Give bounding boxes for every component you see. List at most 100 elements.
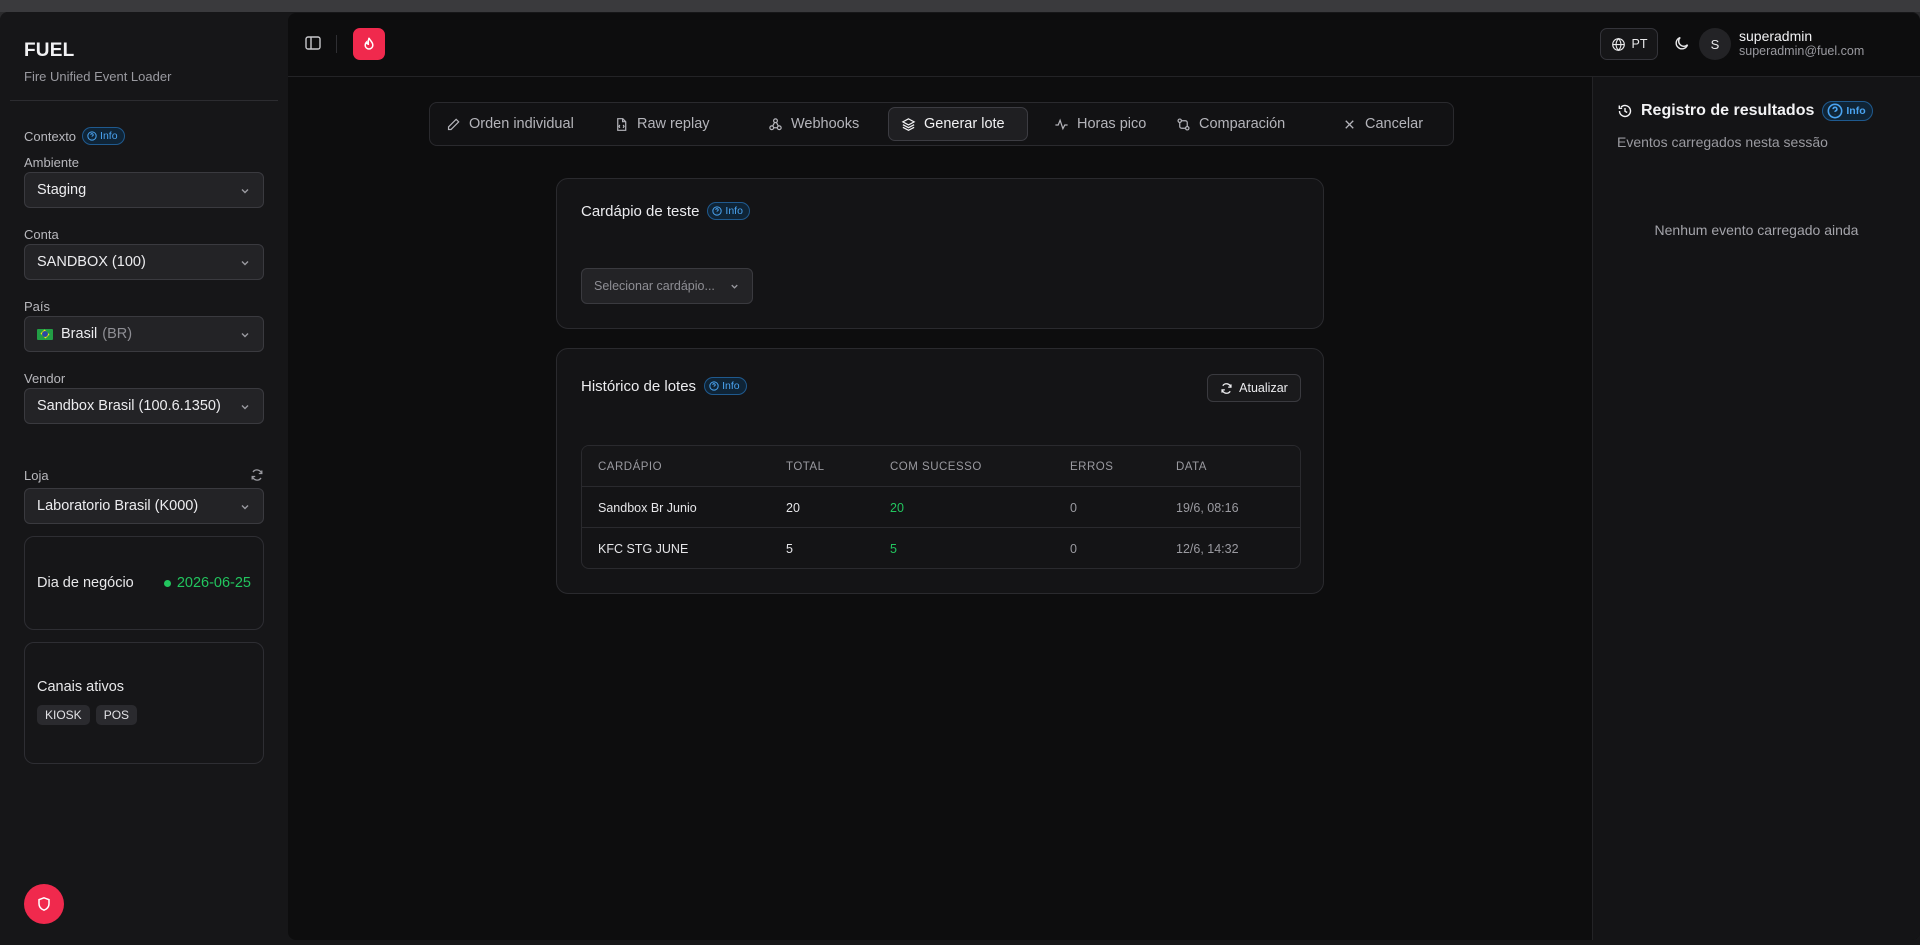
app-subtitle: Fire Unified Event Loader [24, 69, 172, 84]
refresh-label: Atualizar [1239, 381, 1288, 395]
info-label: Info [722, 380, 740, 392]
business-day-card: Dia de negócio 2026-06-25 [24, 536, 264, 630]
moon-icon[interactable] [1674, 35, 1690, 51]
history-info-badge[interactable]: Info [704, 377, 747, 395]
cell-date: 12/6, 14:32 [1176, 541, 1239, 556]
results-panel: Registro de resultados Info Eventos carr… [1592, 77, 1920, 940]
info-label: Info [100, 130, 118, 142]
info-label: Info [1846, 105, 1866, 117]
loja-select[interactable]: Laboratorio Brasil (K000) [24, 488, 264, 524]
tab-label: Orden individual [469, 116, 574, 132]
context-label: Contexto Info [24, 127, 125, 145]
window-top-strip [0, 0, 1920, 12]
sidebar-toggle-icon[interactable] [304, 34, 322, 52]
business-day-label: Dia de negócio [37, 575, 134, 591]
column-header[interactable]: TOTAL [786, 446, 825, 487]
tab-label: Cancelar [1365, 116, 1424, 132]
chevron-down-icon [731, 284, 738, 289]
avatar[interactable]: S [1699, 28, 1731, 60]
cell-menu: Sandbox Br Junio [598, 500, 697, 515]
results-empty-state: Nenhum evento carregado ainda [1654, 222, 1859, 238]
layers-icon [901, 117, 916, 131]
refresh-icon[interactable] [250, 468, 264, 482]
pais-select[interactable]: Brasil (BR) [24, 316, 264, 352]
status-dot [163, 579, 171, 587]
sidebar: FUEL Fire Unified Event Loader Contexto … [0, 12, 288, 945]
cell-date: 19/6, 08:16 [1176, 500, 1239, 515]
chevron-down-icon [241, 333, 249, 338]
tab-label: Generar lote [924, 116, 1005, 132]
tab-raw-replay[interactable]: Raw replay [602, 107, 744, 141]
user-info[interactable]: superadmin superadmin@fuel.com [1739, 29, 1864, 59]
file-icon [617, 117, 627, 131]
card-title-text: Histórico de lotes [581, 377, 697, 395]
help-circle-icon [87, 131, 97, 141]
context-info-badge[interactable]: Info [82, 127, 125, 145]
batch-history-card: Histórico de lotes Info Atualizar CARDÁP… [556, 348, 1324, 594]
table-row[interactable]: KFC STG JUNE 5 5 0 12/6, 14:32 [582, 528, 1300, 568]
cell-errors: 0 [1070, 500, 1077, 515]
main-header: PT S superadmin superadmin@fuel.com [288, 13, 1920, 77]
tab-label: Raw replay [637, 116, 710, 132]
pencil-icon [447, 117, 460, 130]
mode-tabs: Orden individual Raw replay Webhooks Gen… [429, 102, 1454, 146]
vendor-label: Vendor [24, 371, 66, 386]
shield-action-button[interactable] [24, 884, 64, 924]
app-logo-button[interactable] [353, 28, 385, 60]
tab-label: Comparación [1199, 116, 1286, 132]
header-separator [336, 35, 337, 53]
compare-icon [1177, 117, 1190, 131]
language-button[interactable]: PT [1600, 28, 1658, 60]
shield-icon [38, 896, 50, 912]
batch-history-table: CARDÁPIO TOTAL COM SUCESSO ERROS DATA Sa… [581, 445, 1301, 569]
business-day-date: 2026-06-25 [176, 575, 251, 591]
refresh-button[interactable]: Atualizar [1207, 374, 1301, 402]
conta-select[interactable]: SANDBOX (100) [24, 244, 264, 280]
tab-generar-lote[interactable]: Generar lote [888, 107, 1028, 141]
test-menu-card: Cardápio de teste Info Selecionar cardáp… [556, 178, 1324, 329]
table-row[interactable]: Sandbox Br Junio 20 20 0 19/6, 08:16 [582, 487, 1300, 528]
vendor-select[interactable]: Sandbox Brasil (100.6.1350) [24, 388, 264, 424]
context-label-text: Contexto [24, 128, 77, 144]
column-header[interactable]: COM SUCESSO [890, 446, 982, 487]
brazil-flag-icon [37, 328, 53, 340]
business-day-value: 2026-06-25 [163, 575, 251, 591]
ambiente-select[interactable]: Staging [24, 172, 264, 208]
chevron-down-icon [241, 189, 249, 194]
results-subtitle: Eventos carregados nesta sessão [1617, 134, 1828, 150]
tab-cancelar[interactable]: Cancelar [1314, 107, 1434, 141]
chevron-down-icon [241, 405, 249, 410]
refresh-icon [1221, 382, 1232, 394]
tab-orden-individual[interactable]: Orden individual [434, 107, 602, 141]
cell-success: 5 [890, 541, 897, 556]
channel-chip: POS [95, 705, 138, 725]
channel-chips: KIOSK POS [37, 705, 251, 725]
menu-select-placeholder: Selecionar cardápio... [594, 279, 715, 293]
column-header[interactable]: ERROS [1070, 446, 1113, 487]
user-name: superadmin [1739, 28, 1813, 44]
tab-label: Webhooks [791, 116, 860, 132]
tab-webhooks[interactable]: Webhooks [744, 107, 884, 141]
cell-errors: 0 [1070, 541, 1077, 556]
cell-total: 20 [786, 500, 800, 515]
active-channels-card: Canais ativos KIOSK POS [24, 642, 264, 764]
tab-comparacion[interactable]: Comparación [1164, 107, 1314, 141]
test-menu-title: Cardápio de teste Info [581, 202, 750, 220]
column-header[interactable]: DATA [1176, 446, 1207, 487]
menu-info-badge[interactable]: Info [707, 202, 750, 220]
menu-select[interactable]: Selecionar cardápio... [581, 268, 753, 304]
tab-label: Horas pico [1077, 116, 1147, 132]
flame-icon [364, 37, 374, 50]
pais-value: Brasil [61, 326, 98, 342]
activity-icon [1055, 118, 1068, 130]
app-window: FUEL Fire Unified Event Loader Contexto … [0, 12, 1920, 945]
table-header-row: CARDÁPIO TOTAL COM SUCESSO ERROS DATA [582, 446, 1300, 487]
cell-success: 20 [890, 500, 904, 515]
column-header[interactable]: CARDÁPIO [598, 446, 662, 487]
close-icon [1345, 119, 1354, 129]
brand: FUEL Fire Unified Event Loader [24, 40, 171, 84]
results-info-badge[interactable]: Info [1822, 101, 1873, 121]
loja-value: Laboratorio Brasil (K000) [37, 498, 199, 514]
ambiente-label: Ambiente [24, 155, 79, 170]
tab-horas-pico[interactable]: Horas pico [1028, 107, 1164, 141]
